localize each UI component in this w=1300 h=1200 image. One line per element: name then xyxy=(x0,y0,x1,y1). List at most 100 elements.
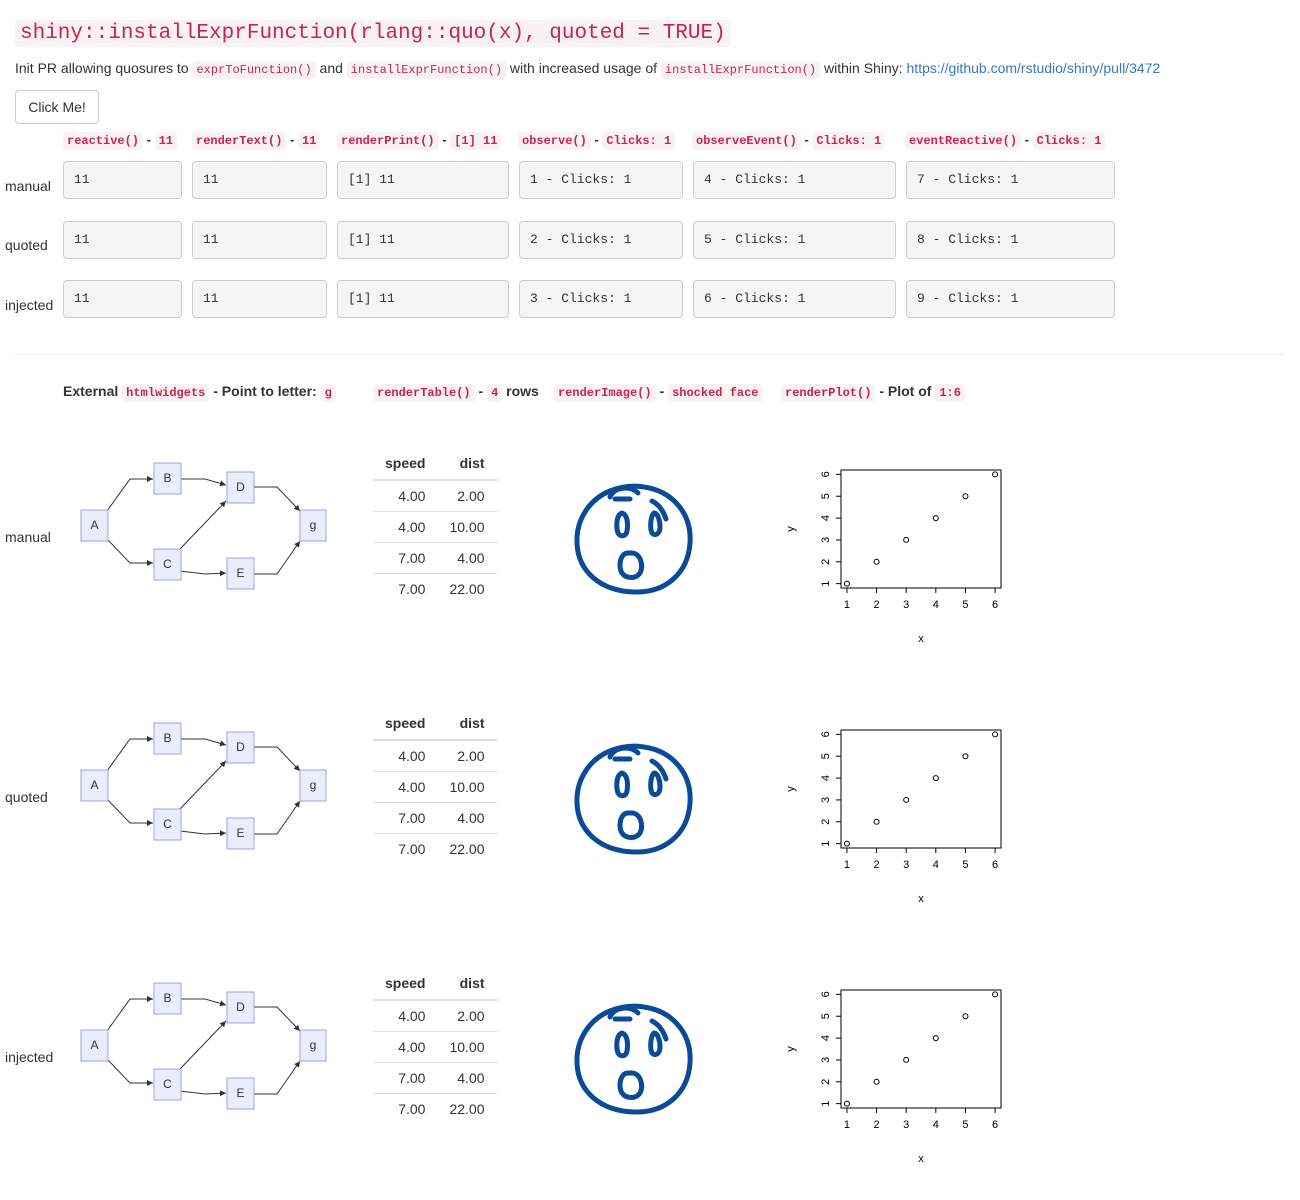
github-pr-link[interactable]: https://github.com/rstudio/shiny/pull/34… xyxy=(907,60,1161,76)
table-cell: 7.00 xyxy=(373,542,438,574)
plot-point xyxy=(903,1056,910,1063)
dag-node-b: B xyxy=(153,722,182,755)
column-fn: observeEvent() xyxy=(692,132,801,150)
plot-box xyxy=(840,469,1002,589)
output-box: 6 - Clicks: 1 xyxy=(693,280,896,318)
dag-node-c: C xyxy=(153,1068,182,1101)
scatter-plot-quoted: 1 2 3 4 5 6 1 2 3 4 5 6 x y xyxy=(785,729,1002,905)
table-header-row: speed dist xyxy=(373,449,497,481)
plot-point xyxy=(932,775,939,782)
dag-node-a: A xyxy=(80,1029,109,1062)
dag-node-e: E xyxy=(226,1077,255,1110)
dag-node-d: D xyxy=(226,731,255,764)
table-cell: 10.00 xyxy=(437,771,497,803)
x-tick-label: 6 xyxy=(992,599,998,611)
data-table-quoted: speed dist 4.00 2.00 4.00 10.00 7.00 4.00 7… xyxy=(373,709,497,864)
dag-node-label: A xyxy=(90,1038,98,1052)
row-label-quoted: quoted xyxy=(5,237,48,253)
plot-point xyxy=(932,1035,939,1042)
dag-node-c: C xyxy=(153,548,182,581)
table-cell: 22.00 xyxy=(437,573,497,604)
output-box: [1] 11 xyxy=(337,221,509,259)
column-value: Clicks: 1 xyxy=(1032,132,1106,150)
y-tick-label: 6 xyxy=(820,991,832,997)
table-cell: 7.00 xyxy=(373,1062,438,1094)
x-tick-label: 6 xyxy=(992,1119,998,1131)
column-sep: - xyxy=(442,132,447,147)
y-tick-label: 5 xyxy=(820,753,832,759)
dag-edge xyxy=(253,1006,301,1032)
y-tick-label: 4 xyxy=(820,1035,832,1041)
x-tick-label: 6 xyxy=(992,859,998,871)
htmlwidgets-code: htmlwidgets xyxy=(122,384,210,402)
y-tick-label: 3 xyxy=(820,1057,832,1063)
column-fn: reactive() xyxy=(63,132,144,150)
dag-node-c: C xyxy=(153,808,182,841)
dag-node-d: D xyxy=(226,471,255,504)
output-box: 7 - Clicks: 1 xyxy=(906,161,1115,199)
dag-node-label: B xyxy=(163,471,171,485)
data-table-manual: speed dist 4.00 2.00 4.00 10.00 7.00 4.00 7… xyxy=(373,449,497,604)
renderplot-header: renderPlot() - Plot of 1:6 xyxy=(781,381,965,403)
plot-point xyxy=(992,471,999,478)
dag-node-a: A xyxy=(80,509,109,542)
column-header-reactive: reactive() - 11 xyxy=(63,131,178,150)
table-cell: 4.00 xyxy=(373,479,438,512)
renderimage-value: shocked face xyxy=(668,384,763,402)
dag-node-a: A xyxy=(80,769,109,802)
x-tick-label: 5 xyxy=(962,859,968,871)
table-cell: 10.00 xyxy=(437,1031,497,1063)
column-value: Clicks: 1 xyxy=(812,132,886,150)
dag-node-label: B xyxy=(163,731,171,745)
table-cell: 2.00 xyxy=(437,739,497,772)
dag-node-b: B xyxy=(153,462,182,495)
table-header-row: speed dist xyxy=(373,709,497,741)
table-cell: 22.00 xyxy=(437,833,497,864)
column-fn: renderPrint() xyxy=(337,132,439,150)
row-label-manual: manual xyxy=(5,178,51,194)
y-tick-label: 2 xyxy=(820,819,832,825)
intro-text: Init PR allowing quosures to exprToFunct… xyxy=(15,60,1161,79)
table-row: 7.00 4.00 xyxy=(373,542,497,574)
table-cell: 4.00 xyxy=(373,1031,438,1063)
column-header-renderprint: renderPrint() - [1] 11 xyxy=(337,131,502,150)
y-tick-label: 3 xyxy=(820,537,832,543)
y-tick-label: 1 xyxy=(820,841,832,847)
shocked-face-image-manual xyxy=(574,483,693,595)
plot-point xyxy=(962,1013,969,1020)
y-tick-label: 5 xyxy=(820,493,832,499)
output-box: 11 xyxy=(63,221,182,259)
dag-diagram-manual: A B C D E g xyxy=(80,462,327,590)
dag-edge xyxy=(106,538,153,566)
plot-point xyxy=(992,731,999,738)
table-cell: 4.00 xyxy=(437,802,497,834)
table-cell: 2.00 xyxy=(437,999,497,1032)
table-header-dist: dist xyxy=(437,969,497,1001)
y-tick-label: 2 xyxy=(820,1079,832,1085)
shocked-face-image-quoted xyxy=(574,743,693,855)
page-title: shiny::installExprFunction(rlang::quo(x)… xyxy=(15,20,731,47)
x-tick-label: 1 xyxy=(844,599,850,611)
dag-node-d: D xyxy=(226,991,255,1024)
dag-node-label: C xyxy=(163,1077,172,1091)
dag-edge xyxy=(179,1090,227,1097)
table-row: 4.00 10.00 xyxy=(373,511,497,543)
dag-node-label: A xyxy=(90,778,98,792)
htmlwidgets-header: External htmlwidgets - Point to letter: … xyxy=(63,381,336,403)
dag-edge xyxy=(179,500,227,550)
intro-fn-installexprfunction-2: installExprFunction() xyxy=(660,61,821,79)
data-table-injected: speed dist 4.00 2.00 4.00 10.00 7.00 4.00 7… xyxy=(373,969,497,1124)
plot-point xyxy=(903,796,910,803)
column-value: 11 xyxy=(154,132,178,150)
dag-edge xyxy=(180,998,227,1007)
table-row: 4.00 10.00 xyxy=(373,1031,497,1063)
dag-edge xyxy=(106,736,153,772)
column-sep: - xyxy=(594,132,599,147)
dag-node-e: E xyxy=(226,817,255,850)
plot-point xyxy=(962,753,969,760)
click-me-button[interactable]: Click Me! xyxy=(15,90,99,124)
dag-edge xyxy=(180,478,227,487)
plot-point xyxy=(843,580,850,587)
table-row: 4.00 2.00 xyxy=(373,999,497,1032)
table-cell: 4.00 xyxy=(437,542,497,574)
